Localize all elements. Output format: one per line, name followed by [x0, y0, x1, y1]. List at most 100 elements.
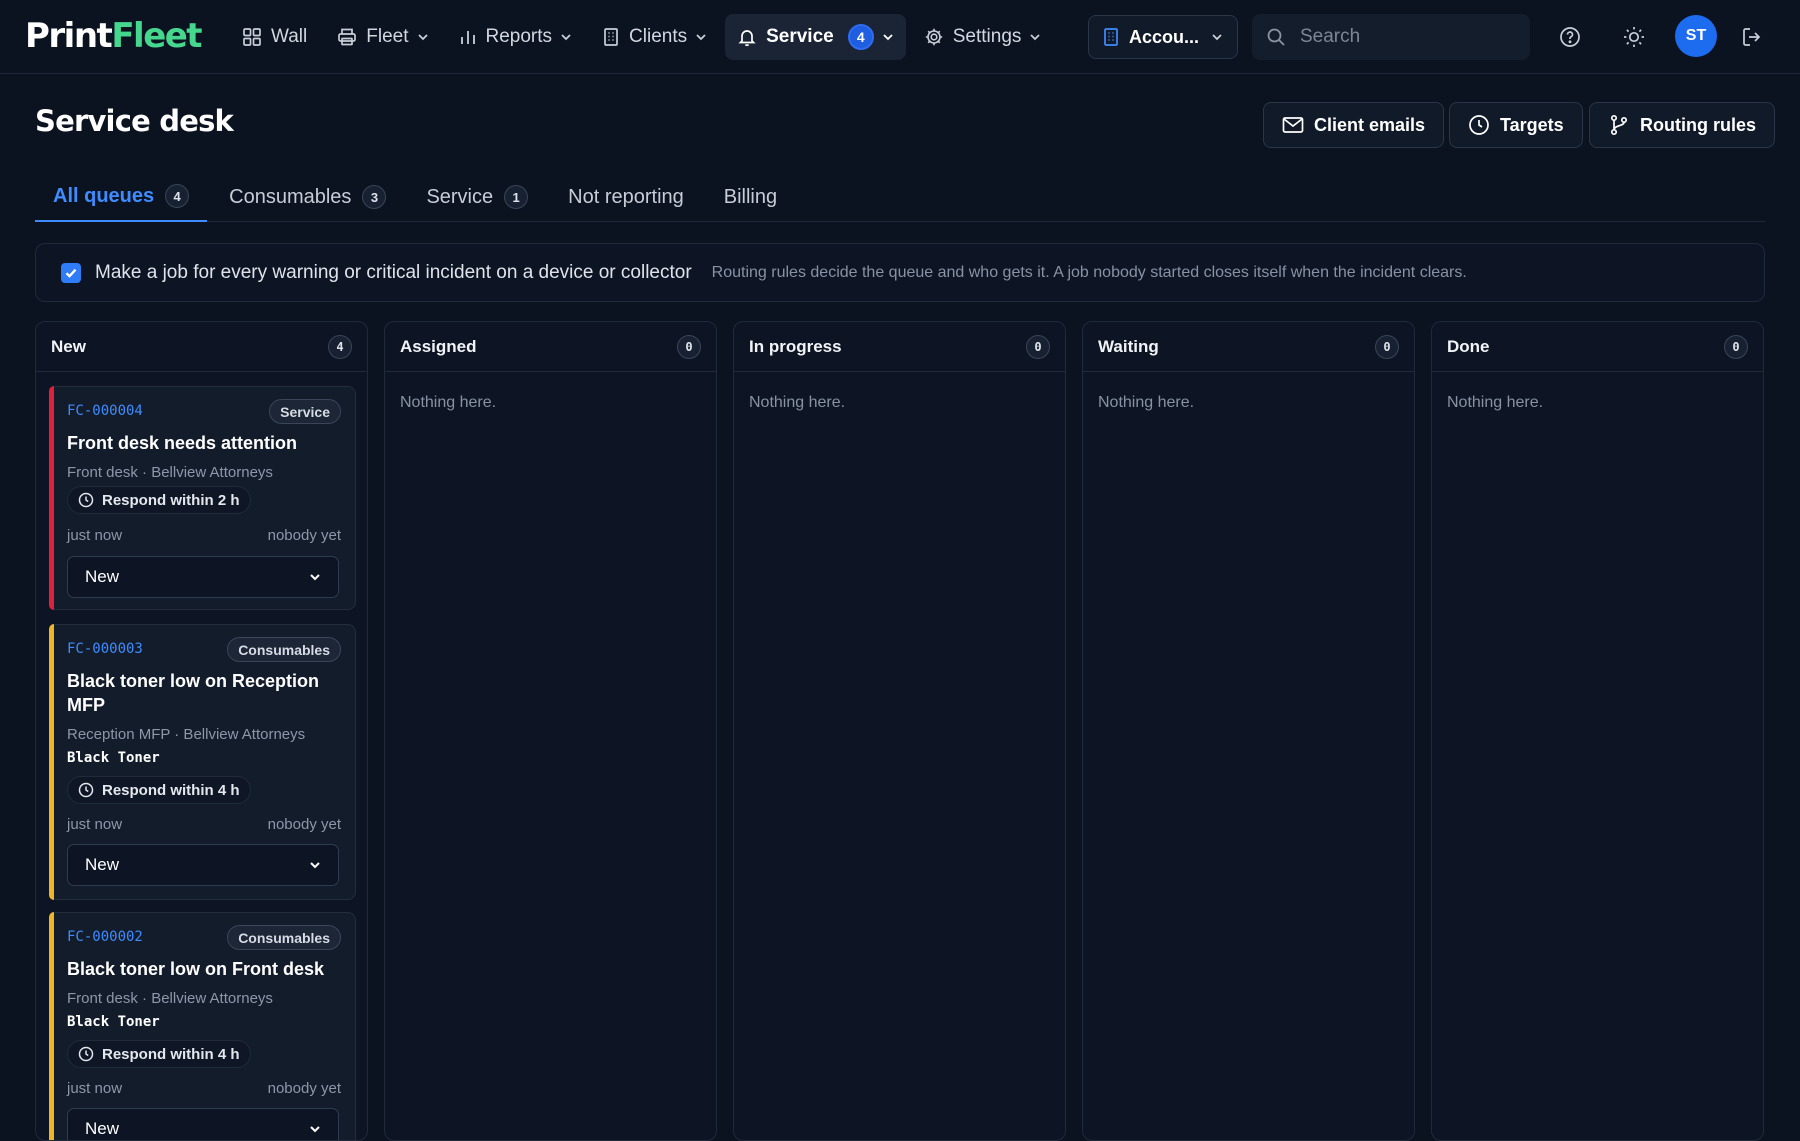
- tab-not-reporting[interactable]: Not reporting: [550, 172, 702, 222]
- empty-state: Nothing here.: [1098, 394, 1195, 411]
- routing-rules-label: Routing rules: [1640, 114, 1756, 135]
- tab-consumables[interactable]: Consumables 3: [211, 172, 404, 222]
- building-icon: [1104, 28, 1118, 46]
- client-emails-label: Client emails: [1314, 114, 1426, 135]
- git-branch-icon: [1610, 114, 1628, 136]
- job-assignee: nobody yet: [267, 816, 341, 833]
- job-card[interactable]: FC-000004 Service Front desk needs atten…: [49, 386, 356, 610]
- clock-icon: [78, 782, 94, 798]
- sla-label: Respond within 4 h: [102, 1045, 240, 1063]
- queue-tag: Service: [269, 399, 341, 424]
- chevron-down-icon: [1030, 34, 1041, 41]
- routing-rules-button[interactable]: Routing rules: [1589, 102, 1775, 148]
- brand-part2: Fleet: [111, 16, 202, 56]
- sla-target: Respond within 2 h: [67, 486, 251, 514]
- help-button[interactable]: [1551, 18, 1589, 56]
- column-new: New 4 FC-000004 Service Front desk needs…: [35, 321, 368, 1141]
- nav-clients[interactable]: Clients: [590, 14, 719, 60]
- nav-reports[interactable]: Reports: [447, 14, 585, 60]
- job-time: just now: [67, 1080, 123, 1097]
- tab-count-badge: 3: [362, 185, 387, 209]
- service-count-badge: 4: [847, 24, 874, 50]
- column-title: Done: [1447, 336, 1490, 356]
- tab-label: Billing: [723, 185, 778, 208]
- theme-toggle-button[interactable]: [1615, 18, 1653, 56]
- tab-service[interactable]: Service 1: [408, 172, 546, 222]
- nav-wall-label: Wall: [271, 26, 308, 47]
- nav-fleet-label: Fleet: [366, 26, 409, 47]
- column-count-badge: 0: [677, 334, 701, 359]
- sla-target: Respond within 4 h: [67, 776, 251, 804]
- empty-state: Nothing here.: [749, 394, 846, 411]
- auto-job-checkbox[interactable]: [61, 262, 81, 283]
- clock-icon: [78, 1046, 94, 1062]
- column-assigned: Assigned 0 Nothing here.: [384, 321, 717, 1141]
- nav-fleet[interactable]: Fleet: [325, 14, 440, 60]
- account-switcher[interactable]: Accou...: [1088, 15, 1238, 59]
- gear-icon: [925, 28, 942, 46]
- nav-service[interactable]: Service 4: [725, 14, 906, 60]
- nav-settings-label: Settings: [952, 26, 1022, 47]
- nav-reports-label: Reports: [485, 26, 553, 47]
- column-header: Waiting 0: [1083, 322, 1414, 372]
- column-count-badge: 0: [1724, 334, 1748, 359]
- targets-button[interactable]: Targets: [1449, 102, 1583, 148]
- chevron-down-icon: [417, 34, 428, 41]
- chevron-down-icon: [1212, 34, 1222, 41]
- severity-bar: [49, 386, 54, 610]
- consumable-kind: Black Toner: [67, 1014, 160, 1030]
- job-device-client: Front desk · Bellview Attorneys: [67, 990, 273, 1007]
- job-card[interactable]: FC-000003 Consumables Black toner low on…: [49, 624, 356, 900]
- sla-label: Respond within 4 h: [102, 781, 240, 799]
- job-assignee: nobody yet: [267, 1080, 341, 1097]
- column-count-badge: 0: [1375, 334, 1399, 359]
- mail-icon: [1282, 117, 1304, 133]
- chevron-down-icon: [883, 34, 893, 41]
- column-waiting: Waiting 0 Nothing here.: [1082, 321, 1415, 1141]
- bar-chart-icon: [460, 31, 475, 44]
- search-input[interactable]: [1300, 26, 1500, 48]
- queue-tag: Consumables: [227, 925, 341, 950]
- status-select[interactable]: New: [67, 844, 339, 886]
- job-time: just now: [67, 527, 123, 544]
- column-title: New: [51, 336, 86, 356]
- status-select-value: New: [85, 567, 120, 586]
- column-header: In progress 0: [734, 322, 1065, 372]
- empty-state: Nothing here.: [1447, 394, 1544, 411]
- brand-part1: Print: [25, 16, 113, 56]
- tab-billing[interactable]: Billing: [706, 172, 795, 222]
- job-id[interactable]: FC-000003: [67, 641, 143, 657]
- brand-logo[interactable]: PrintFleet: [25, 16, 203, 56]
- building-icon: [604, 28, 618, 46]
- tab-label: Consumables: [229, 185, 352, 208]
- targets-label: Targets: [1500, 114, 1564, 135]
- bell-icon: [738, 30, 756, 47]
- nav-clients-label: Clients: [629, 26, 688, 47]
- column-count-badge: 4: [328, 334, 352, 359]
- tab-all-queues[interactable]: All queues 4: [35, 172, 208, 222]
- search-icon: [1267, 28, 1285, 46]
- nav-wall[interactable]: Wall: [230, 14, 319, 60]
- tab-label: Not reporting: [568, 185, 684, 208]
- tab-label: All queues: [53, 184, 155, 207]
- auto-job-option-bar: Make a job for every warning or critical…: [35, 243, 1765, 302]
- job-title: Front desk needs attention: [67, 433, 298, 453]
- job-card[interactable]: FC-000002 Consumables Black toner low on…: [49, 912, 356, 1140]
- nav-settings[interactable]: Settings: [912, 14, 1054, 60]
- job-id[interactable]: FC-000004: [67, 403, 143, 419]
- clock-icon: [1469, 115, 1489, 135]
- job-id[interactable]: FC-000002: [67, 929, 143, 945]
- chevron-down-icon: [310, 574, 320, 581]
- logout-button[interactable]: [1733, 18, 1771, 56]
- search-box[interactable]: [1252, 14, 1530, 60]
- client-emails-button[interactable]: Client emails: [1263, 102, 1445, 148]
- column-count-badge: 0: [1026, 334, 1050, 359]
- chevron-down-icon: [310, 862, 320, 869]
- job-footer: just now nobody yet: [67, 527, 341, 544]
- user-avatar[interactable]: ST: [1675, 15, 1717, 57]
- status-select[interactable]: New: [67, 556, 339, 598]
- nav-service-label: Service: [766, 26, 834, 47]
- severity-bar: [49, 624, 54, 900]
- auto-job-label[interactable]: Make a job for every warning or critical…: [95, 262, 692, 284]
- job-time: just now: [67, 816, 123, 833]
